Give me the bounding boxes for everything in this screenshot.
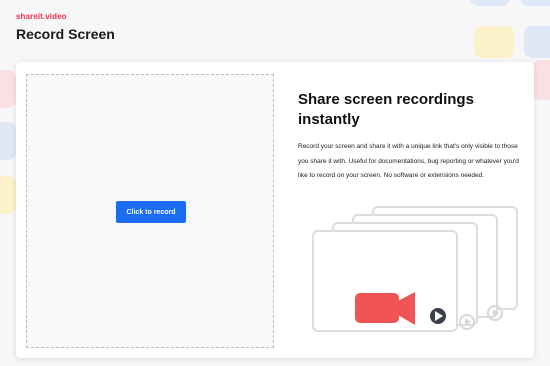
decor-tile [0,176,16,214]
decor-tile [520,0,550,6]
decor-tile [0,70,16,108]
recording-area: Click to record [26,74,274,348]
headline: Share screen recordings instantly [298,91,474,128]
decor-tile [524,26,550,58]
decor-tile [474,26,514,58]
screen-recording-illustration [312,206,518,332]
recorder-card: Click to record Share screen recordings … [16,62,534,358]
decor-tile [532,60,550,100]
site-logo[interactable]: shareit.video [16,12,67,21]
record-button[interactable]: Click to record [116,201,186,223]
decor-tile [470,0,510,6]
page-title: Record Screen [16,26,115,42]
play-icon [430,308,446,324]
description: Record your screen and share it with a u… [298,143,519,179]
decor-tile [0,122,16,160]
